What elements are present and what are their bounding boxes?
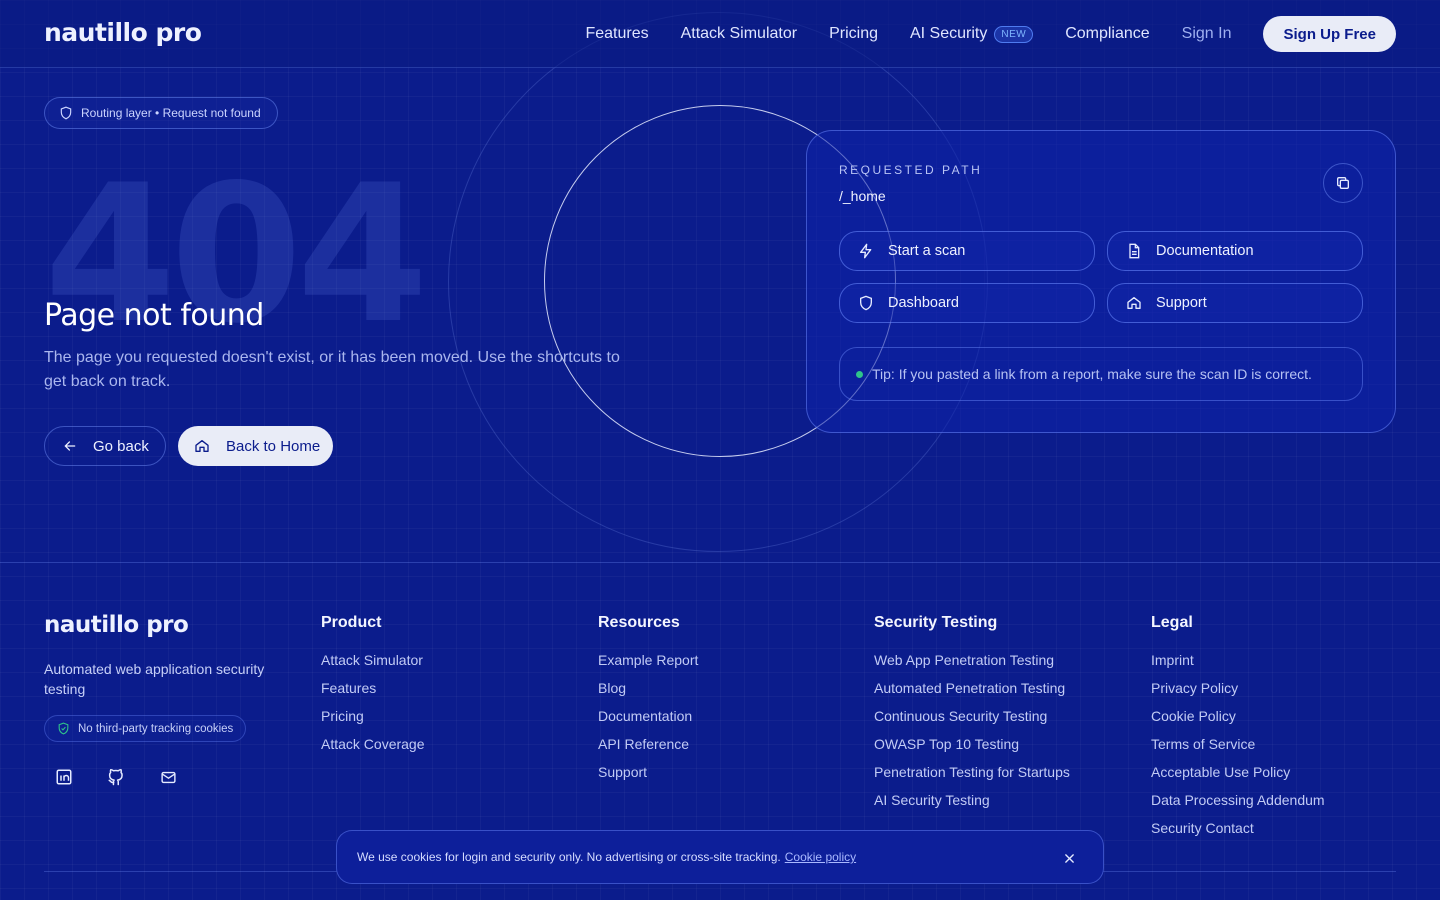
footer-link[interactable]: Cookie Policy — [1151, 708, 1325, 736]
shield-check-icon — [58, 722, 69, 735]
go-back-label: Go back — [93, 437, 149, 455]
footer-column-security-testing: Security Testing Web App Penetration Tes… — [874, 614, 1070, 820]
status-dot — [856, 370, 863, 378]
nav-ai-security-label: AI Security — [909, 25, 988, 42]
footer-column-title: Resources — [598, 614, 680, 631]
footer-link[interactable]: Imprint — [1151, 652, 1325, 680]
page-description: The page you requested doesn't exist, or… — [44, 349, 620, 390]
footer-link[interactable]: Pricing — [321, 708, 425, 736]
footer-link[interactable]: Attack Coverage — [321, 736, 425, 764]
footer-column-resources: Resources Example Report Blog Documentat… — [598, 614, 698, 792]
document-icon — [1129, 243, 1140, 259]
support-button[interactable]: Support — [1107, 283, 1363, 323]
footer-link[interactable]: Features — [321, 680, 425, 708]
footer-link[interactable]: Terms of Service — [1151, 736, 1325, 764]
brand-logo[interactable]: nautillo pro — [44, 18, 202, 47]
footer-column-title: Security Testing — [874, 614, 998, 631]
footer-column-product: Product Attack Simulator Features Pricin… — [321, 614, 425, 764]
tip-box: Tip: If you pasted a link from a report,… — [839, 347, 1363, 401]
linkedin-icon — [56, 769, 72, 785]
footer-link[interactable]: Blog — [598, 680, 698, 708]
new-badge: NEW — [994, 25, 1034, 43]
tip-text: Tip: If you pasted a link from a report,… — [872, 366, 1312, 382]
footer-link[interactable]: Attack Simulator — [321, 652, 425, 680]
nav-pricing[interactable]: Pricing — [829, 25, 878, 43]
footer-divider — [0, 562, 1440, 563]
footer-link[interactable]: Privacy Policy — [1151, 680, 1325, 708]
footer-link[interactable]: Penetration Testing for Startups — [874, 764, 1070, 792]
routing-chip-label: Routing layer • Request not found — [81, 106, 261, 120]
back-to-home-label: Back to Home — [226, 437, 321, 455]
footer-link[interactable]: Security Contact — [1151, 820, 1325, 848]
top-header: nautillo pro Features Attack Simulator P… — [0, 0, 1440, 68]
copy-icon — [1337, 177, 1349, 189]
linkedin-link[interactable] — [53, 766, 75, 788]
support-label: Support — [1156, 295, 1207, 311]
footer-link[interactable]: Acceptable Use Policy — [1151, 764, 1325, 792]
footer-link[interactable]: Documentation — [598, 708, 698, 736]
go-back-button[interactable]: Go back — [44, 426, 166, 466]
footer-link[interactable]: Support — [598, 764, 698, 792]
dashboard-button[interactable]: Dashboard — [839, 283, 1095, 323]
requested-path-value: /_home — [839, 188, 886, 204]
cookie-text: We use cookies for login and security on… — [357, 850, 781, 864]
home-icon — [195, 440, 209, 452]
footer-link[interactable]: Continuous Security Testing — [874, 708, 1070, 736]
footer-tagline: Automated web application security testi… — [44, 661, 265, 697]
requested-path-label: REQUESTED PATH — [839, 163, 983, 177]
page-title: Page not found — [44, 298, 264, 333]
footer-link[interactable]: AI Security Testing — [874, 792, 1070, 820]
copy-path-button[interactable] — [1323, 163, 1363, 203]
cookie-policy-link[interactable]: Cookie policy — [785, 850, 856, 864]
footer-column-title: Product — [321, 614, 382, 631]
shield-icon — [860, 295, 872, 311]
email-link[interactable] — [157, 766, 179, 788]
footer-logo[interactable]: nautillo pro — [44, 612, 189, 638]
cookie-banner: We use cookies for login and security on… — [336, 830, 1104, 884]
main-nav: Features Attack Simulator Pricing AI Sec… — [553, 16, 1396, 52]
footer-link[interactable]: Automated Penetration Testing — [874, 680, 1070, 708]
documentation-button[interactable]: Documentation — [1107, 231, 1363, 271]
home-icon — [1127, 297, 1141, 309]
footer-column-title: Legal — [1151, 614, 1193, 631]
routing-chip: Routing layer • Request not found — [44, 97, 278, 129]
privacy-chip-label: No third-party tracking cookies — [78, 722, 234, 735]
start-scan-button[interactable]: Start a scan — [839, 231, 1095, 271]
cookie-close-button[interactable] — [1061, 850, 1077, 866]
nav-compliance[interactable]: Compliance — [1065, 25, 1149, 43]
documentation-label: Documentation — [1156, 243, 1254, 259]
footer-column-legal: Legal Imprint Privacy Policy Cookie Poli… — [1151, 614, 1325, 848]
github-icon — [108, 768, 123, 786]
nav-attack-simulator[interactable]: Attack Simulator — [681, 25, 797, 43]
requested-path-card: REQUESTED PATH /_home Start a scan Docum… — [806, 130, 1396, 433]
footer-link[interactable]: API Reference — [598, 736, 698, 764]
dashboard-label: Dashboard — [888, 295, 959, 311]
footer-link[interactable]: Data Processing Addendum — [1151, 792, 1325, 820]
shield-icon — [60, 106, 72, 120]
footer-link[interactable]: Example Report — [598, 652, 698, 680]
sign-in-link[interactable]: Sign In — [1182, 25, 1232, 43]
footer-link[interactable]: OWASP Top 10 Testing — [874, 736, 1070, 764]
nav-features[interactable]: Features — [585, 25, 648, 43]
privacy-chip: No third-party tracking cookies — [44, 715, 247, 742]
nav-ai-security[interactable]: AI Security NEW — [909, 25, 1034, 43]
footer-link[interactable]: Web App Penetration Testing — [874, 652, 1070, 680]
github-link[interactable] — [105, 766, 127, 788]
arrow-left-icon — [64, 441, 76, 451]
start-scan-label: Start a scan — [888, 243, 966, 259]
back-to-home-button[interactable]: Back to Home — [178, 426, 333, 466]
sign-up-button[interactable]: Sign Up Free — [1263, 16, 1396, 52]
bolt-icon — [860, 243, 872, 259]
close-icon — [1064, 853, 1074, 863]
mail-icon — [160, 771, 176, 783]
